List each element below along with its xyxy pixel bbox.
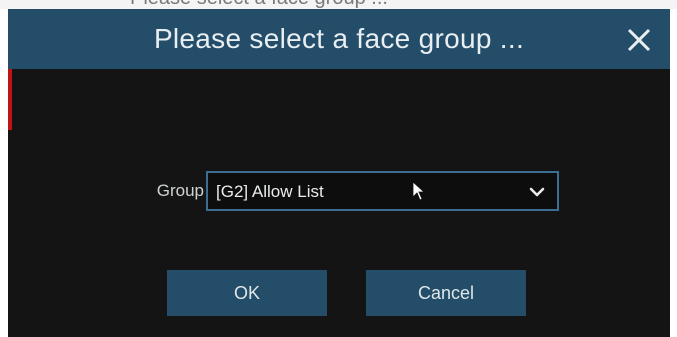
background-window-strip: Please select a face group ...: [0, 0, 677, 9]
dialog-title: Please select a face group ...: [153, 23, 525, 54]
close-icon: [627, 28, 651, 52]
chevron-down-icon: [529, 187, 545, 197]
ok-button[interactable]: OK: [167, 270, 327, 316]
dialog-titlebar: Please select a face group ...: [8, 9, 670, 69]
side-accent: [8, 64, 12, 130]
group-select[interactable]: [G2] Allow List: [206, 171, 559, 211]
mouse-pointer-icon: [412, 181, 426, 201]
group-select-value: [G2] Allow List: [216, 182, 324, 201]
face-group-dialog: Please select a face group ... Group [G2…: [8, 9, 670, 337]
cancel-button[interactable]: Cancel: [366, 270, 526, 316]
close-button[interactable]: [616, 17, 662, 63]
background-window-title: Please select a face group ...: [130, 0, 590, 9]
group-label: Group: [156, 181, 204, 200]
